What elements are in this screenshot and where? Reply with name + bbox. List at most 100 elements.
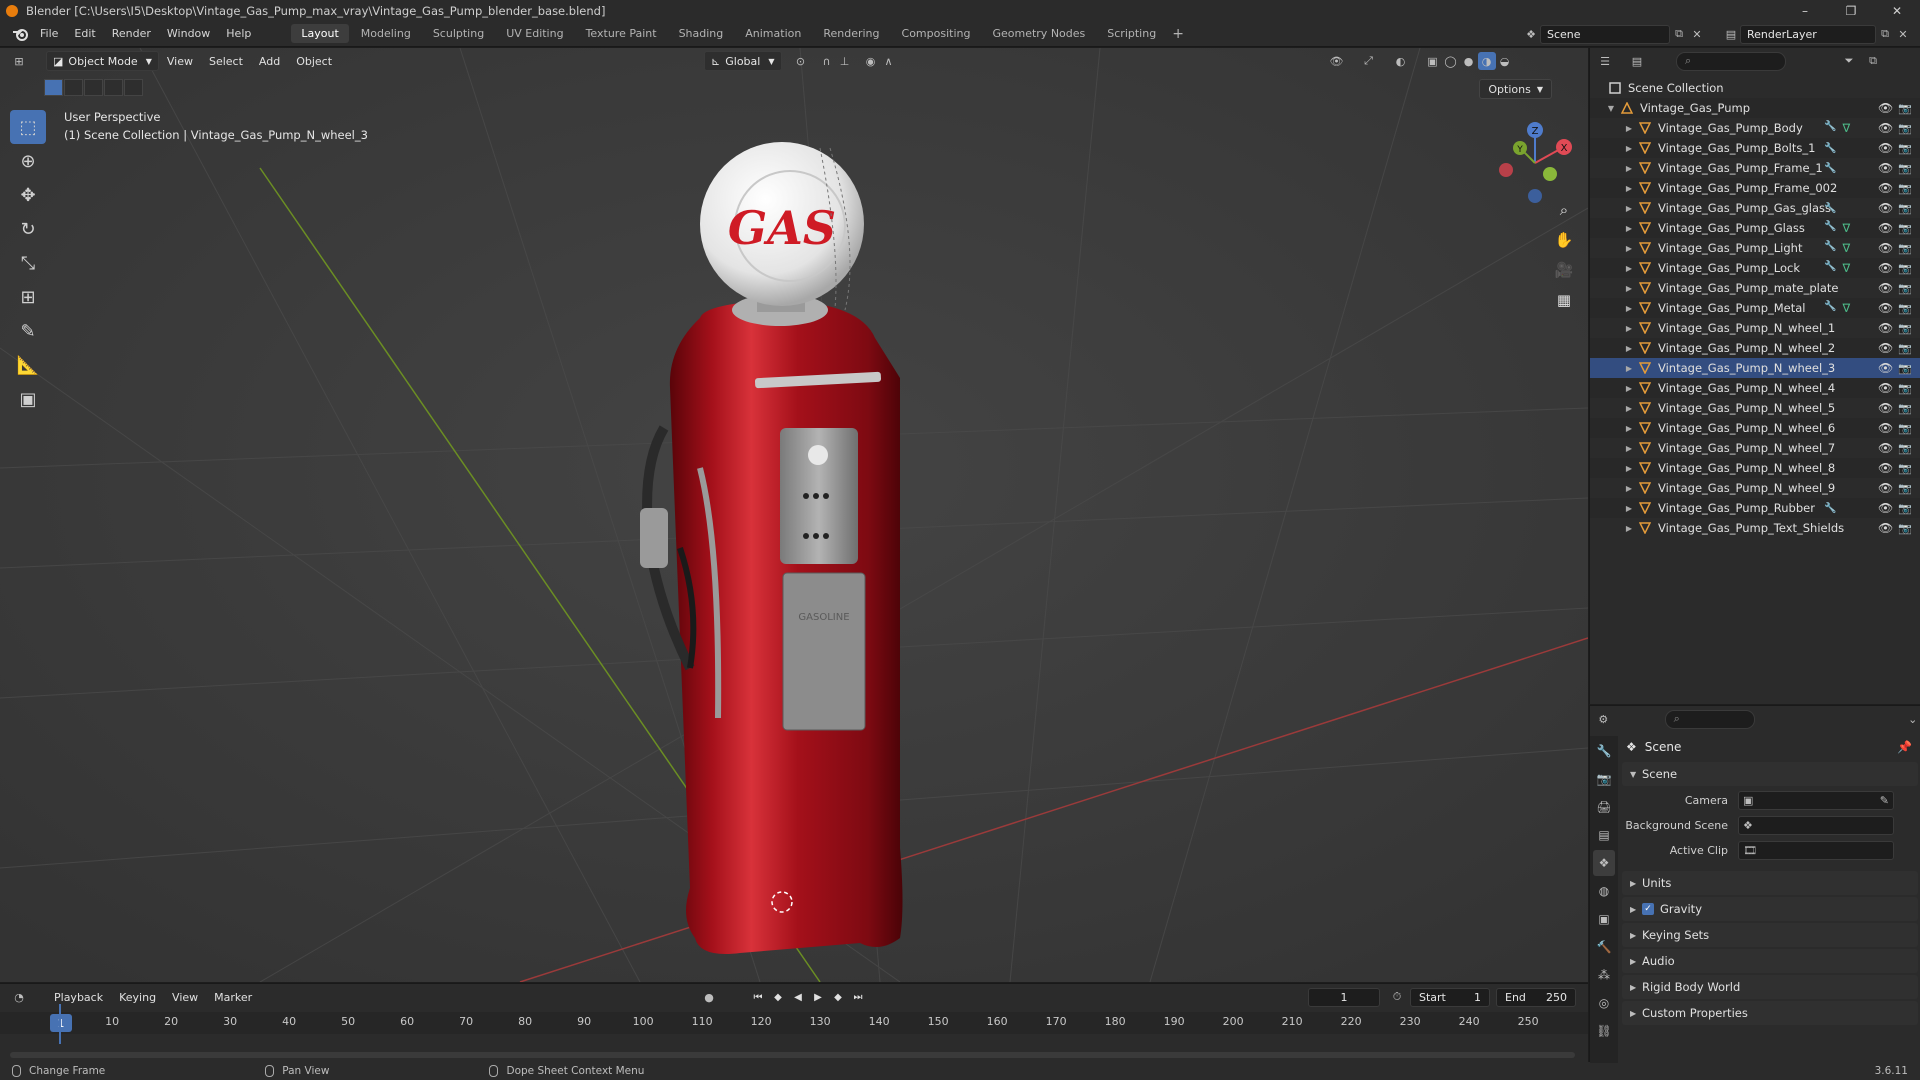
outliner-row-object[interactable]: ▶ Vintage_Gas_Pump_N_wheel_4 👁 📷	[1590, 378, 1920, 398]
jump-keyframe-forward-icon[interactable]: ◆	[828, 988, 848, 1007]
outliner-row-object[interactable]: ▶ Vintage_Gas_Pump_N_wheel_9 👁 📷	[1590, 478, 1920, 498]
eye-icon[interactable]: 👁	[1878, 521, 1893, 535]
camera-view-icon[interactable]: 🎥	[1550, 256, 1578, 284]
timeline-menu-keying[interactable]: Keying	[111, 991, 164, 1004]
expand-arrow-icon[interactable]: ▶	[1624, 424, 1634, 433]
physics-tab-icon[interactable]: ◎	[1593, 990, 1615, 1016]
workspace-tab-shading[interactable]: Shading	[669, 24, 734, 43]
outliner-row-object[interactable]: ▶ Vintage_Gas_Pump_N_wheel_2 👁 📷	[1590, 338, 1920, 358]
mesh-data-icon[interactable]: ∇	[1842, 241, 1850, 255]
display-mode-icon[interactable]: ▤	[1628, 52, 1646, 70]
eye-icon[interactable]: 👁	[1878, 181, 1893, 195]
outliner-row-object[interactable]: ▶ Vintage_Gas_Pump_Body 🔧 ∇ 👁 📷	[1590, 118, 1920, 138]
expand-arrow-icon[interactable]: ▶	[1624, 324, 1634, 333]
properties-editor-type-icon[interactable]: ⚙	[1596, 710, 1611, 728]
material-preview-shading-icon[interactable]: ◑	[1477, 52, 1496, 70]
eye-icon[interactable]: 👁	[1878, 481, 1893, 495]
properties-search-input[interactable]: ⌕	[1664, 709, 1756, 729]
render-camera-icon[interactable]: 📷	[1898, 342, 1912, 355]
render-camera-icon[interactable]: 📷	[1898, 242, 1912, 255]
render-camera-icon[interactable]: 📷	[1898, 502, 1912, 515]
expand-arrow-icon[interactable]: ▶	[1624, 524, 1634, 533]
viewport-menu-select[interactable]: Select	[201, 55, 251, 68]
wrench-modifier-icon[interactable]: 🔧	[1824, 221, 1836, 235]
view-layer-name-field[interactable]: RenderLayer	[1740, 24, 1876, 44]
expand-arrow-icon[interactable]: ▶	[1624, 504, 1634, 513]
select-new-icon[interactable]	[44, 79, 63, 96]
jump-start-icon[interactable]: ⏮	[748, 988, 768, 1007]
render-camera-icon[interactable]: 📷	[1898, 102, 1912, 115]
expand-arrow-icon[interactable]: ▶	[1624, 404, 1634, 413]
scene-tab-icon[interactable]: ❖	[1593, 850, 1615, 876]
render-camera-icon[interactable]: 📷	[1898, 322, 1912, 335]
render-camera-icon[interactable]: 📷	[1898, 262, 1912, 275]
world-tab-icon[interactable]: ◍	[1593, 878, 1615, 904]
render-camera-icon[interactable]: 📷	[1898, 202, 1912, 215]
navigation-gizmo[interactable]: Z X Y	[1490, 118, 1580, 208]
options-dropdown[interactable]: Options ▼	[1479, 79, 1552, 99]
blender-menu-icon[interactable]	[8, 27, 32, 41]
transform-tool-icon[interactable]: ⊞	[10, 280, 46, 314]
play-icon[interactable]: ▶	[808, 988, 828, 1007]
eye-icon[interactable]: 👁	[1878, 261, 1893, 275]
outliner-row-object[interactable]: ▶ Vintage_Gas_Pump_Frame_1 🔧 👁 📷	[1590, 158, 1920, 178]
expand-arrow-icon[interactable]: ▶	[1624, 284, 1634, 293]
output-tab-icon[interactable]: 🖨	[1593, 794, 1615, 820]
eye-icon[interactable]: 👁	[1878, 381, 1893, 395]
timeline-menu-marker[interactable]: Marker	[206, 991, 260, 1004]
collapse-arrow-icon[interactable]: ▼	[1606, 104, 1616, 113]
outliner-row-object[interactable]: ▶ Vintage_Gas_Pump_Text_Shields 👁 📷	[1590, 518, 1920, 538]
outliner-row-object[interactable]: ▶ Vintage_Gas_Pump_N_wheel_1 👁 📷	[1590, 318, 1920, 338]
workspace-tab-compositing[interactable]: Compositing	[892, 24, 981, 43]
outliner-row-object[interactable]: ▶ Vintage_Gas_Pump_N_wheel_8 👁 📷	[1590, 458, 1920, 478]
filter-icon[interactable]: ⏷	[1840, 52, 1858, 70]
orthographic-toggle-icon[interactable]: ▦	[1550, 286, 1578, 314]
overlay-toggle-icon[interactable]: ◐	[1392, 52, 1410, 70]
expand-arrow-icon[interactable]: ▶	[1624, 224, 1634, 233]
new-view-layer-icon[interactable]: ⧉	[1876, 25, 1894, 43]
outliner-row-scene-collection[interactable]: Scene Collection	[1590, 78, 1920, 98]
falloff-icon[interactable]: ∧	[880, 52, 898, 70]
pan-hand-icon[interactable]: ✋	[1550, 226, 1578, 254]
select-intersect-icon[interactable]	[124, 79, 143, 96]
outliner-row-object[interactable]: ▶ Vintage_Gas_Pump_Glass 🔧 ∇ 👁 📷	[1590, 218, 1920, 238]
mesh-data-icon[interactable]: ∇	[1842, 261, 1850, 275]
pivot-point-icon[interactable]: ⊙	[792, 52, 810, 70]
eye-icon[interactable]: 👁	[1878, 301, 1893, 315]
modifier-tab-icon[interactable]: 🔨	[1593, 934, 1615, 960]
render-camera-icon[interactable]: 📷	[1898, 402, 1912, 415]
render-camera-icon[interactable]: 📷	[1898, 162, 1912, 175]
workspace-tab-modeling[interactable]: Modeling	[351, 24, 421, 43]
eye-icon[interactable]: 👁	[1878, 201, 1893, 215]
object-tab-icon[interactable]: ▣	[1593, 906, 1615, 932]
outliner-row-object[interactable]: ▶ Vintage_Gas_Pump_Gas_glass 🔧 👁 📷	[1590, 198, 1920, 218]
menu-window[interactable]: Window	[159, 27, 218, 40]
expand-arrow-icon[interactable]: ▶	[1624, 344, 1634, 353]
wireframe-shading-icon[interactable]: ◯	[1442, 52, 1460, 70]
zoom-icon[interactable]: ⌕	[1550, 196, 1578, 224]
mesh-data-icon[interactable]: ∇	[1842, 121, 1850, 135]
constraints-tab-icon[interactable]: ⛓	[1593, 1018, 1615, 1044]
outliner-row-object[interactable]: ▶ Vintage_Gas_Pump_N_wheel_7 👁 📷	[1590, 438, 1920, 458]
add-cube-tool-icon[interactable]: ▣	[10, 382, 46, 416]
wrench-modifier-icon[interactable]: 🔧	[1824, 503, 1836, 514]
expand-arrow-icon[interactable]: ▶	[1624, 464, 1634, 473]
wrench-modifier-icon[interactable]: 🔧	[1824, 121, 1836, 135]
menu-render[interactable]: Render	[104, 27, 159, 40]
render-camera-icon[interactable]: 📷	[1898, 422, 1912, 435]
add-workspace-button[interactable]: +	[1166, 26, 1190, 42]
play-reverse-icon[interactable]: ◀	[788, 988, 808, 1007]
snap-icon[interactable]: ∩	[818, 52, 836, 70]
panel-custom-properties-header[interactable]: ▶ Custom Properties	[1622, 1001, 1918, 1025]
timeline-editor-type-icon[interactable]: ◔	[10, 988, 28, 1006]
panel-gravity-header[interactable]: ▶ ✓ Gravity	[1622, 897, 1918, 921]
viewport-menu-object[interactable]: Object	[288, 55, 340, 68]
workspace-tab-animation[interactable]: Animation	[735, 24, 811, 43]
stopwatch-icon[interactable]: ⏱	[1388, 988, 1406, 1006]
eye-icon[interactable]: 👁	[1878, 401, 1893, 415]
cursor-tool-icon[interactable]: ⊕	[10, 144, 46, 178]
eye-icon[interactable]: 👁	[1878, 321, 1893, 335]
menu-edit[interactable]: Edit	[66, 27, 103, 40]
annotate-tool-icon[interactable]: ✎	[10, 314, 46, 348]
expand-arrow-icon[interactable]: ▶	[1624, 184, 1634, 193]
